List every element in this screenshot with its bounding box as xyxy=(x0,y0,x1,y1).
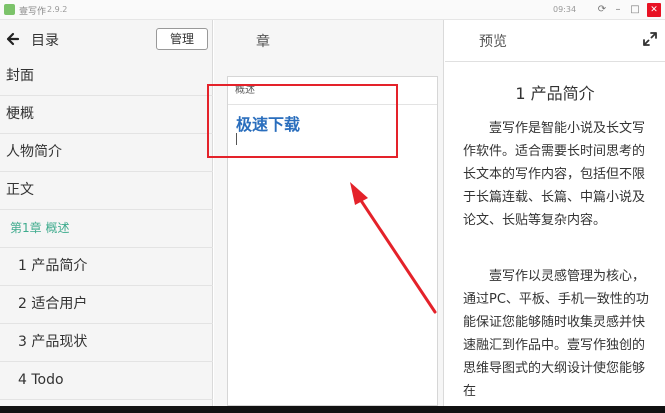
toc-item-section-2[interactable]: 2 适合用户 xyxy=(0,286,213,324)
preview-panel-title: 预览 xyxy=(479,34,507,50)
annotation-highlight-box xyxy=(207,84,398,158)
app-version: 2.9.2 xyxy=(47,5,68,14)
app-name: 壹写作 xyxy=(19,7,47,17)
toc-header: 目录 管理 xyxy=(0,20,213,58)
refresh-icon[interactable]: ⟳ xyxy=(595,3,609,17)
toc-title: 目录 xyxy=(31,33,59,49)
toc-item-section-4[interactable]: 4 Todo xyxy=(0,362,213,400)
preview-paragraph-2: 壹写作以灵感管理为核心，通过PC、平板、手机一致性的功能保证您能够随时收集灵感并… xyxy=(463,269,649,399)
toc-item-cover[interactable]: 封面 xyxy=(0,58,213,96)
minimize-icon[interactable]: – xyxy=(611,3,625,17)
title-bar: 壹写作 2.9.2 09:34 ⟳ – □ ✕ xyxy=(0,0,665,20)
toc-list: 封面 梗概 人物简介 正文 第1章 概述 1 产品简介 2 适合用户 3 产品现… xyxy=(0,58,213,400)
clock: 09:34 xyxy=(553,5,577,14)
toc-panel: 目录 管理 封面 梗概 人物简介 正文 第1章 概述 1 产品简介 2 适合用户… xyxy=(0,20,213,406)
maximize-icon[interactable]: □ xyxy=(628,3,642,17)
toc-item-section-3[interactable]: 3 产品现状 xyxy=(0,324,213,362)
toc-item-characters[interactable]: 人物简介 xyxy=(0,134,213,172)
preview-paragraph-1: 壹写作是智能小说及长文写作软件。适合需要长时间思考的长文本的写作内容，包括但不限… xyxy=(463,121,646,228)
preview-heading: 1 产品简介 xyxy=(515,84,595,103)
expand-icon[interactable] xyxy=(643,32,657,46)
app-logo-icon xyxy=(4,4,15,15)
close-icon[interactable]: ✕ xyxy=(647,3,661,17)
toc-item-synopsis[interactable]: 梗概 xyxy=(0,96,213,134)
chapter-panel: 章 概述 极速下载 xyxy=(214,20,444,406)
preview-panel: 预览 1 产品简介 壹写作是智能小说及长文写作软件。适合需要长时间思考的长文本的… xyxy=(445,20,665,406)
preview-divider xyxy=(445,61,665,62)
chapter-panel-title: 章 xyxy=(256,34,270,50)
toc-item-body[interactable]: 正文 xyxy=(0,172,213,210)
toc-item-chapter-1[interactable]: 第1章 概述 xyxy=(0,210,213,248)
back-arrow-icon[interactable] xyxy=(5,30,21,48)
toc-item-section-1[interactable]: 1 产品简介 xyxy=(0,248,213,286)
bottom-edge xyxy=(0,406,665,413)
manage-button[interactable]: 管理 xyxy=(156,28,208,50)
